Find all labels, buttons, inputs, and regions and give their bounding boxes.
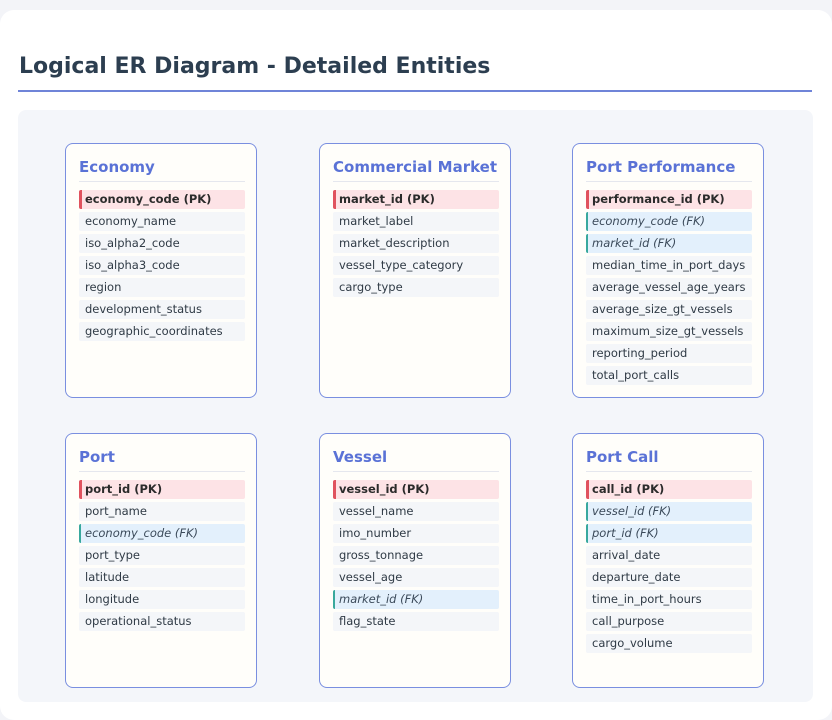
attribute-list: call_id (PK) vessel_id (FK) port_id (FK) ar… — [586, 480, 752, 656]
entity-vessel: Vessel vessel_id (PK) vessel_name imo_numb… — [319, 433, 511, 688]
attribute: cargo_type — [333, 278, 499, 297]
attribute-list: market_id (PK) market_label market_descrip… — [333, 190, 499, 300]
entity-port-call: Port Call call_id (PK) vessel_id (FK) port… — [572, 433, 764, 688]
primary-key-attribute: vessel_id (PK) — [333, 480, 499, 499]
attribute: average_size_gt_vessels — [586, 300, 752, 319]
attribute: median_time_in_port_days — [586, 256, 752, 275]
attribute: iso_alpha2_code — [79, 234, 245, 253]
title-underline — [18, 90, 812, 92]
entity-port-performance: Port Performance performance_id (PK) econ… — [572, 143, 764, 398]
entity-commercial-market: Commercial Market market_id (PK) market_l… — [319, 143, 511, 398]
attribute: economy_name — [79, 212, 245, 231]
attribute: vessel_age — [333, 568, 499, 587]
attribute: maximum_size_gt_vessels — [586, 322, 752, 341]
attribute: imo_number — [333, 524, 499, 543]
primary-key-attribute: economy_code (PK) — [79, 190, 245, 209]
attribute-list: performance_id (PK) economy_code (FK) mark… — [586, 190, 752, 388]
entity-divider — [79, 181, 245, 182]
entity-economy: Economy economy_code (PK) economy_nameiso… — [65, 143, 257, 398]
foreign-key-attribute: economy_code (FK) — [586, 212, 752, 231]
entity-title: Port — [79, 448, 115, 466]
foreign-key-attribute: economy_code (FK) — [79, 524, 245, 543]
entity-title: Port Performance — [586, 158, 736, 176]
attribute: iso_alpha3_code — [79, 256, 245, 275]
entity-title: Port Call — [586, 448, 659, 466]
primary-key-attribute: port_id (PK) — [79, 480, 245, 499]
attribute: vessel_type_category — [333, 256, 499, 275]
foreign-key-attribute: vessel_id (FK) — [586, 502, 752, 521]
attribute: average_vessel_age_years — [586, 278, 752, 297]
attribute: development_status — [79, 300, 245, 319]
attribute: time_in_port_hours — [586, 590, 752, 609]
attribute: reporting_period — [586, 344, 752, 363]
attribute: longitude — [79, 590, 245, 609]
attribute: market_description — [333, 234, 499, 253]
attribute: flag_state — [333, 612, 499, 631]
attribute-list: economy_code (PK) economy_name iso_alpha2_… — [79, 190, 245, 344]
entity-divider — [586, 471, 752, 472]
entity-divider — [79, 471, 245, 472]
attribute: departure_date — [586, 568, 752, 587]
entity-title: Economy — [79, 158, 155, 176]
entity-divider — [586, 181, 752, 182]
attribute-list: vessel_id (PK) vessel_name imo_numbergross… — [333, 480, 499, 634]
entity-port: Port port_id (PK) port_name economy_code (… — [65, 433, 257, 688]
entity-divider — [333, 181, 499, 182]
page-title: Logical ER Diagram - Detailed Entities — [19, 54, 491, 79]
attribute: vessel_name — [333, 502, 499, 521]
foreign-key-attribute: port_id (FK) — [586, 524, 752, 543]
attribute: gross_tonnage — [333, 546, 499, 565]
attribute: region — [79, 278, 245, 297]
attribute: port_name — [79, 502, 245, 521]
primary-key-attribute: performance_id (PK) — [586, 190, 752, 209]
entity-divider — [333, 471, 499, 472]
attribute: latitude — [79, 568, 245, 587]
attribute: operational_status — [79, 612, 245, 631]
attribute: geographic_coordinates — [79, 322, 245, 341]
foreign-key-attribute: market_id (FK) — [333, 590, 499, 609]
primary-key-attribute: market_id (PK) — [333, 190, 499, 209]
foreign-key-attribute: market_id (FK) — [586, 234, 752, 253]
attribute-list: port_id (PK) port_name economy_code (FK) po… — [79, 480, 245, 634]
entity-title: Commercial Market — [333, 158, 498, 176]
attribute: cargo_volume — [586, 634, 752, 653]
attribute: call_purpose — [586, 612, 752, 631]
entity-title: Vessel — [333, 448, 388, 466]
attribute: total_port_calls — [586, 366, 752, 385]
attribute: market_label — [333, 212, 499, 231]
primary-key-attribute: call_id (PK) — [586, 480, 752, 499]
attribute: port_type — [79, 546, 245, 565]
attribute: arrival_date — [586, 546, 752, 565]
